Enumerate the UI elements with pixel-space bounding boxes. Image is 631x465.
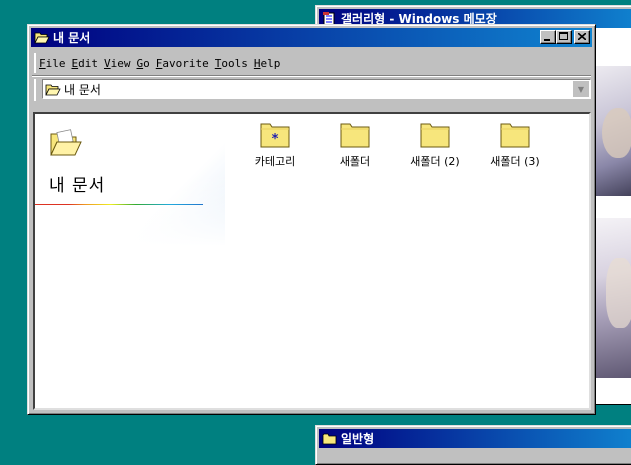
window-title: 내 문서	[53, 31, 91, 45]
menu-view[interactable]: View	[101, 57, 134, 70]
folder-item-label: 새폴더 (3)	[490, 155, 540, 168]
general-window[interactable]: 일반형	[315, 425, 631, 465]
explorer-titlebar[interactable]: 내 문서	[31, 28, 592, 47]
folder-item-new-folder[interactable]: 새폴더	[319, 120, 391, 169]
minimize-button[interactable]	[540, 30, 556, 44]
menu-go[interactable]: Go	[134, 57, 153, 70]
toolbar-divider	[32, 75, 591, 77]
menu-favorite[interactable]: Favorite	[153, 57, 212, 70]
folder-item-label: 카테고리	[254, 155, 296, 168]
address-value: 내 문서	[64, 82, 101, 97]
address-field[interactable]: 내 문서 ▼	[42, 79, 591, 99]
chevron-down-icon: ▼	[577, 84, 585, 94]
special-folder-icon: *	[239, 120, 311, 150]
general-title: 일반형	[341, 432, 375, 446]
svg-text:*: *	[272, 132, 279, 147]
folder-item-label: 새폴더 (2)	[410, 155, 460, 168]
menu-bar: File Edit View Go Favorite Tools Help	[34, 53, 591, 73]
folder-icon	[319, 120, 391, 150]
menu-help[interactable]: Help	[251, 57, 284, 70]
folder-item-new-folder-2[interactable]: 새폴더 (2)	[399, 120, 471, 169]
folder-item-label: 새폴더	[339, 155, 371, 168]
menu-file[interactable]: File	[36, 57, 69, 70]
open-folder-icon	[34, 31, 50, 45]
maximize-button[interactable]	[556, 30, 572, 44]
folder-icon	[322, 432, 338, 446]
notepad-content-image	[596, 28, 631, 404]
general-titlebar[interactable]: 일반형	[319, 429, 631, 448]
menu-tools[interactable]: Tools	[212, 57, 251, 70]
close-button[interactable]	[574, 30, 590, 44]
folder-icon	[399, 120, 471, 150]
address-dropdown-button[interactable]: ▼	[573, 81, 589, 97]
minimize-icon	[544, 39, 550, 41]
folder-item-new-folder-3[interactable]: 새폴더 (3)	[479, 120, 551, 169]
folder-view[interactable]: 내 문서 * 카테고리 새폴더 새폴더 (2) 새폴더 (3)	[33, 112, 591, 410]
folder-item-category[interactable]: * 카테고리	[239, 120, 311, 169]
menu-edit[interactable]: Edit	[69, 57, 102, 70]
address-bar: 내 문서 ▼	[34, 79, 591, 101]
folder-icon	[479, 120, 551, 150]
open-folder-icon	[45, 83, 61, 96]
close-icon	[578, 33, 586, 40]
folder-items: * 카테고리 새폴더 새폴더 (2) 새폴더 (3)	[35, 114, 589, 408]
maximize-icon	[559, 32, 568, 40]
explorer-window[interactable]: 내 문서 File Edit View Go Favorite Tools He…	[27, 24, 596, 415]
